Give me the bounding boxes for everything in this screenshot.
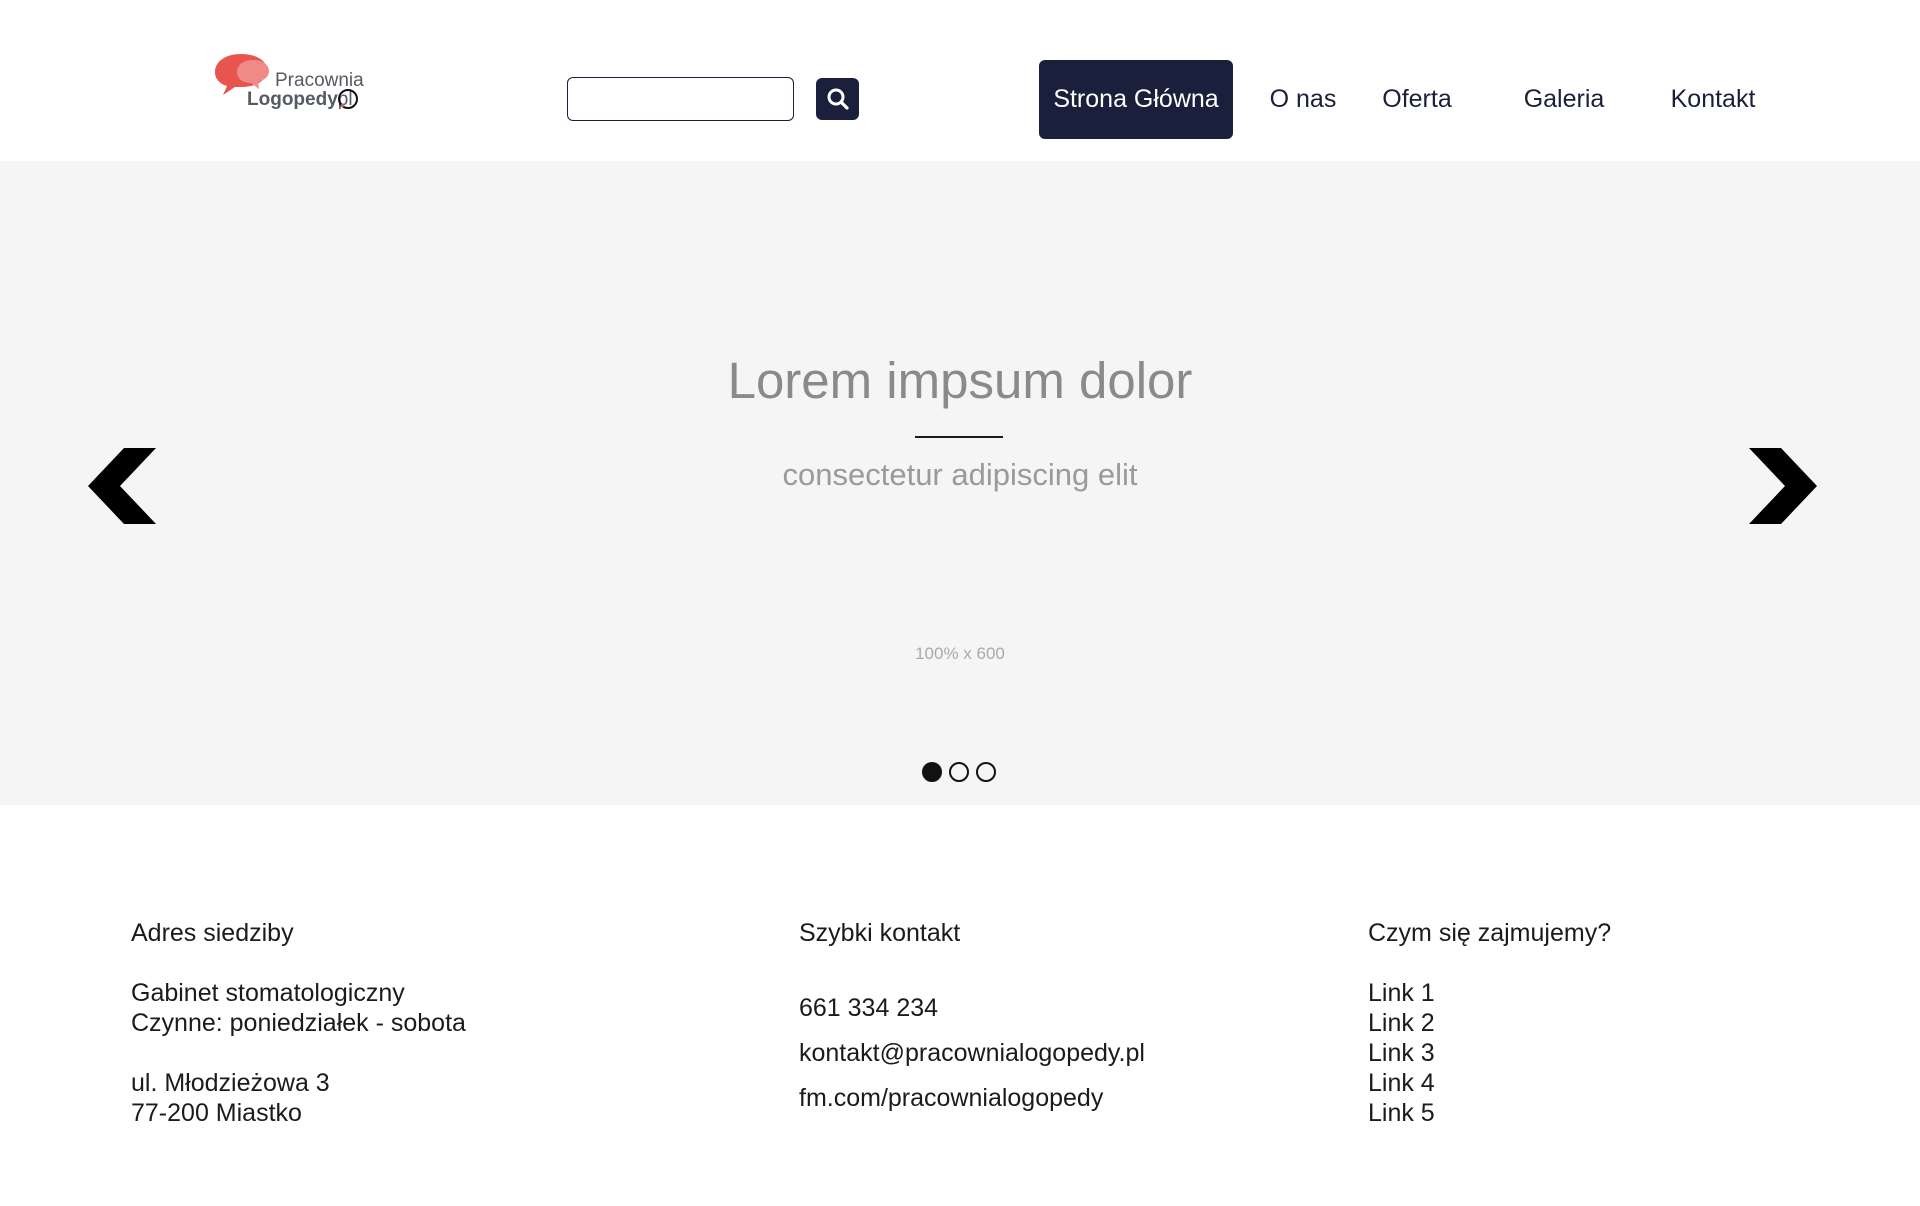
logo-brand: Logopedy xyxy=(247,89,338,110)
hero-divider xyxy=(915,436,1003,438)
footer-contact-facebook[interactable]: fm.com/pracownialogopedy xyxy=(799,1083,1145,1128)
carousel-dot-1[interactable] xyxy=(922,762,942,782)
footer-link-3[interactable]: Link 3 xyxy=(1368,1038,1611,1068)
footer-services-heading: Czym się zajmujemy? xyxy=(1368,919,1612,947)
footer-address: Adres siedziby Gabinet stomatologiczny C… xyxy=(131,918,466,1128)
nav-item-oferta[interactable]: Oferta xyxy=(1372,60,1462,139)
carousel-dot-2[interactable] xyxy=(949,762,969,782)
footer-link-5[interactable]: Link 5 xyxy=(1368,1098,1611,1128)
footer-address-line: ul. Młodzieżowa 3 xyxy=(131,1069,330,1097)
footer-contact-email[interactable]: kontakt@pracownialogopedy.pl xyxy=(799,1038,1145,1083)
chevron-right-icon xyxy=(1749,448,1817,524)
logo-dot: . xyxy=(337,89,358,112)
hero-carousel: Lorem impsum dolor consectetur adipiscin… xyxy=(0,161,1920,805)
search-button[interactable] xyxy=(816,78,859,120)
nav-item-galeria[interactable]: Galeria xyxy=(1514,60,1614,139)
hero-subtitle: consectetur adipiscing elit xyxy=(782,457,1138,492)
carousel-next-button[interactable] xyxy=(1747,448,1817,524)
footer-link-2[interactable]: Link 2 xyxy=(1368,1008,1611,1038)
nav-item-kontakt[interactable]: Kontakt xyxy=(1662,60,1764,139)
logo-text-brand: Logopedy. pl xyxy=(247,89,358,112)
footer-contact-phone[interactable]: 661 334 234 xyxy=(799,993,1145,1038)
footer-quick-contact: Szybki kontakt 661 334 234 kontakt@praco… xyxy=(799,918,1145,1128)
chevron-left-icon xyxy=(88,448,156,524)
carousel-dot-3[interactable] xyxy=(976,762,996,782)
footer-address-heading: Adres siedziby xyxy=(131,919,294,947)
site-header: Pracownia Logopedy. pl Strona Główna O na… xyxy=(0,0,1920,161)
search-icon xyxy=(827,88,849,110)
footer-link-4[interactable]: Link 4 xyxy=(1368,1068,1611,1098)
site-logo[interactable]: Pracownia Logopedy. pl xyxy=(213,50,373,116)
image-placeholder-size: 100% x 600 xyxy=(915,644,1005,663)
nav-item-strona-glowna[interactable]: Strona Główna xyxy=(1039,60,1233,139)
footer-link-1[interactable]: Link 1 xyxy=(1368,978,1611,1008)
carousel-indicators xyxy=(922,762,998,784)
footer-address-line: Gabinet stomatologiczny xyxy=(131,979,405,1007)
footer-contact-heading: Szybki kontakt xyxy=(799,919,961,947)
footer-address-line: 77-200 Miastko xyxy=(131,1099,302,1127)
carousel-prev-button[interactable] xyxy=(88,448,158,524)
nav-item-o-nas[interactable]: O nas xyxy=(1264,60,1342,139)
search-input[interactable] xyxy=(567,77,794,121)
footer-address-line: Czynne: poniedziałek - sobota xyxy=(131,1009,466,1037)
hero-title: Lorem impsum dolor xyxy=(727,352,1193,409)
footer-services: Czym się zajmujemy? Link 1 Link 2 Link 3… xyxy=(1368,918,1611,1128)
